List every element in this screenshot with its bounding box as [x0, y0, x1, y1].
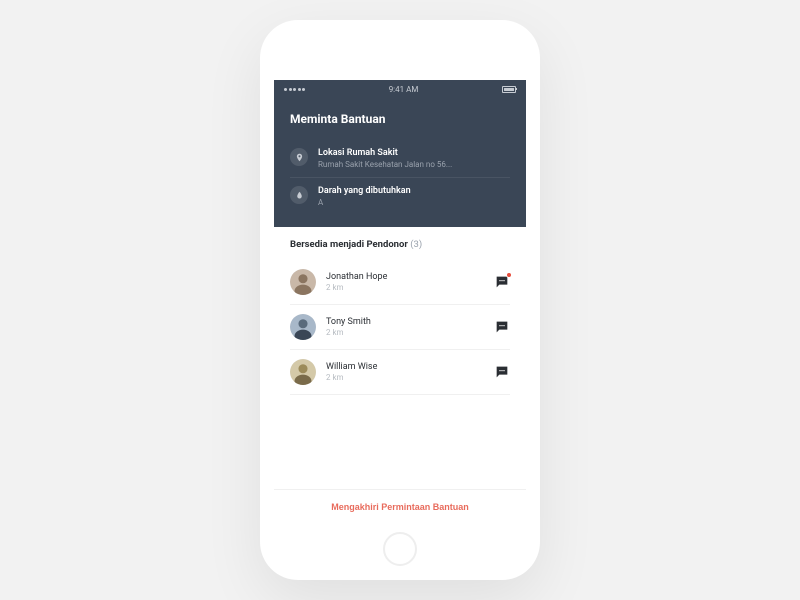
donor-count: (3)	[410, 239, 422, 250]
blood-text: Darah yang dibutuhkan A	[318, 186, 411, 207]
list-item[interactable]: Tony Smith 2 km	[290, 305, 510, 350]
blood-drop-icon	[290, 186, 308, 204]
chat-button[interactable]	[494, 364, 510, 380]
status-time: 9:41 AM	[389, 85, 419, 94]
screen: 9:41 AM Meminta Bantuan Lokasi Rumah Sak…	[274, 80, 526, 525]
footer: Mengakhiri Permintaan Bantuan	[274, 489, 526, 525]
signal-icon	[284, 88, 305, 91]
list-item[interactable]: Jonathan Hope 2 km	[290, 260, 510, 305]
hospital-location-row[interactable]: Lokasi Rumah Sakit Rumah Sakit Kesehatan…	[290, 140, 510, 177]
donor-distance: 2 km	[326, 373, 484, 382]
chat-button[interactable]	[494, 319, 510, 335]
home-button[interactable]	[383, 532, 417, 566]
phone-frame: 9:41 AM Meminta Bantuan Lokasi Rumah Sak…	[260, 20, 540, 580]
avatar	[290, 314, 316, 340]
list-item[interactable]: William Wise 2 km	[290, 350, 510, 395]
donor-name: Tony Smith	[326, 317, 484, 327]
donor-list-title: Bersedia menjadi Pendonor	[290, 239, 408, 250]
blood-value: A	[318, 198, 411, 207]
page-title: Meminta Bantuan	[290, 112, 510, 126]
location-text: Lokasi Rumah Sakit Rumah Sakit Kesehatan…	[318, 148, 452, 169]
donor-info: William Wise 2 km	[326, 362, 484, 382]
donor-list-header: Bersedia menjadi Pendonor (3)	[290, 239, 510, 250]
donor-name: Jonathan Hope	[326, 272, 484, 282]
donor-info: Jonathan Hope 2 km	[326, 272, 484, 292]
location-value: Rumah Sakit Kesehatan Jalan no 56...	[318, 160, 452, 169]
avatar	[290, 359, 316, 385]
blood-label: Darah yang dibutuhkan	[318, 186, 411, 196]
request-header: Meminta Bantuan Lokasi Rumah Sakit Rumah…	[274, 98, 526, 227]
donor-distance: 2 km	[326, 283, 484, 292]
donor-name: William Wise	[326, 362, 484, 372]
end-request-button[interactable]: Mengakhiri Permintaan Bantuan	[331, 502, 469, 512]
chat-button[interactable]	[494, 274, 510, 290]
unread-badge	[506, 272, 512, 278]
avatar	[290, 269, 316, 295]
donor-list-section: Bersedia menjadi Pendonor (3) Jonathan H…	[274, 227, 526, 489]
location-pin-icon	[290, 148, 308, 166]
location-label: Lokasi Rumah Sakit	[318, 148, 452, 158]
status-bar: 9:41 AM	[274, 80, 526, 98]
donor-distance: 2 km	[326, 328, 484, 337]
blood-type-row[interactable]: Darah yang dibutuhkan A	[290, 177, 510, 215]
battery-icon	[502, 86, 516, 93]
donor-info: Tony Smith 2 km	[326, 317, 484, 337]
